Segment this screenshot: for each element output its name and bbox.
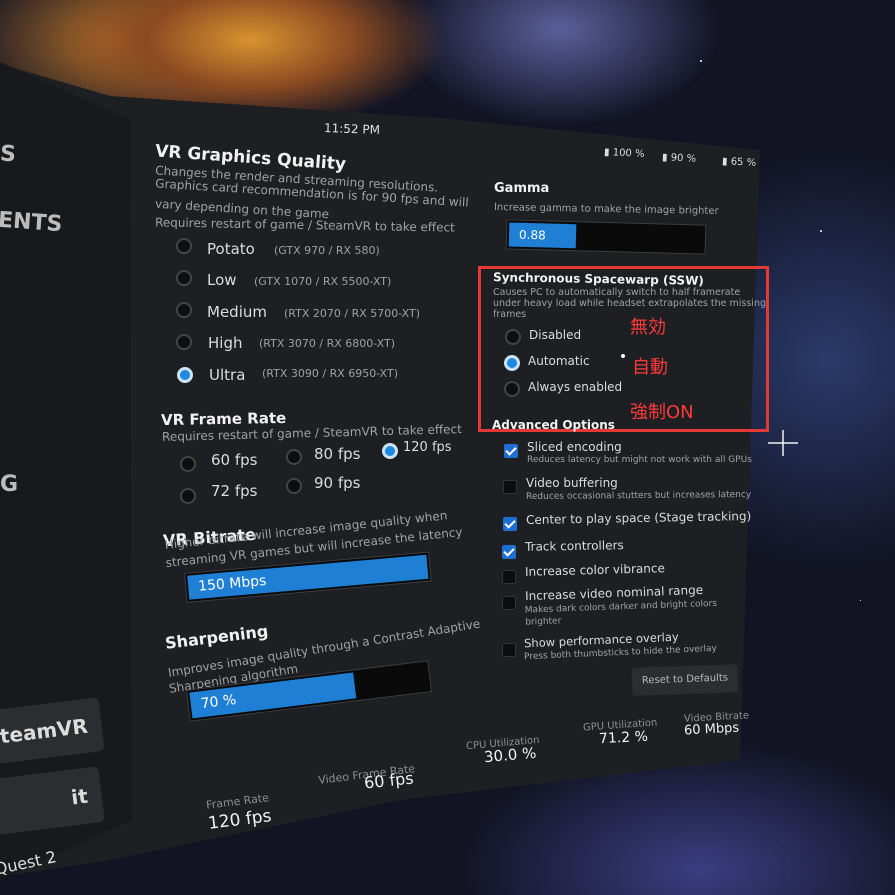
- stat-gpu-value: 71.2 %: [598, 728, 649, 748]
- video-buffering-desc: Reduces occasional stutters but increase…: [525, 490, 752, 502]
- battery-left-controller: ▮ 90 %: [662, 152, 697, 165]
- fps-80-label: 80 fps: [314, 445, 361, 463]
- checkbox-color-vibrance[interactable]: [502, 570, 516, 584]
- reset-defaults-button[interactable]: Reset to Defaults: [631, 664, 739, 696]
- radio-120fps[interactable]: [382, 443, 398, 459]
- radio-72fps[interactable]: [180, 488, 196, 504]
- cursor-dot: [621, 354, 625, 358]
- radio-80fps[interactable]: [286, 449, 302, 465]
- clock: 11:52 PM: [323, 121, 381, 137]
- option-high-hint: (RTX 3070 / RX 6800-XT): [259, 337, 396, 350]
- option-potato-label: Potato: [207, 240, 255, 258]
- checkbox-performance-overlay[interactable]: [502, 643, 516, 657]
- option-medium-label: Medium: [207, 303, 267, 321]
- battery-right-value: 65 %: [730, 156, 757, 169]
- radio-ultra[interactable]: [177, 367, 193, 383]
- option-high-label: High: [208, 334, 243, 352]
- battery-icon: ▮: [603, 146, 610, 159]
- battery-headset: ▮ 100 %: [604, 147, 645, 160]
- gamma-slider[interactable]: 0.88: [505, 219, 707, 255]
- radio-high[interactable]: [176, 334, 192, 350]
- option-potato-hint: (GTX 970 / RX 580): [274, 244, 380, 257]
- ssw-highlight-box: [478, 266, 769, 432]
- fps-60-label: 60 fps: [211, 451, 258, 469]
- annotation-always: 強制ON: [630, 402, 694, 423]
- controller-icon: ▮: [661, 152, 668, 164]
- fps-120-label: 120 fps: [403, 440, 452, 455]
- fps-90-label: 90 fps: [314, 474, 361, 492]
- sliced-encoding-label: Sliced encoding: [527, 440, 622, 454]
- gamma-title: Gamma: [494, 181, 550, 196]
- sidebar-item-1[interactable]: S: [0, 141, 17, 167]
- sharpening-value: 70 %: [199, 692, 238, 713]
- option-low-label: Low: [207, 271, 237, 289]
- radio-60fps[interactable]: [180, 456, 196, 472]
- checkbox-video-buffering[interactable]: [503, 480, 517, 494]
- checkbox-center-play-space[interactable]: [503, 517, 517, 531]
- gamma-value: 0.88: [518, 227, 546, 243]
- checkbox-track-controllers[interactable]: [502, 545, 516, 559]
- annotation-disabled: 無効: [630, 317, 666, 338]
- battery-left-value: 90 %: [670, 152, 697, 165]
- annotation-automatic: 自動: [632, 357, 668, 378]
- battery-right-controller: ▮ 65 %: [722, 156, 757, 169]
- video-buffering-label: Video buffering: [526, 476, 618, 490]
- option-ultra-hint: (RTX 3090 / RX 6950-XT): [262, 367, 399, 380]
- fps-72-label: 72 fps: [211, 482, 258, 500]
- checkbox-sliced-encoding[interactable]: [504, 444, 518, 458]
- bitrate-value: 150 Mbps: [197, 572, 268, 595]
- track-controllers-label: Track controllers: [524, 538, 624, 554]
- radio-low[interactable]: [176, 270, 192, 286]
- controller-icon: ▮: [721, 156, 728, 168]
- battery-headset-value: 100 %: [612, 147, 645, 161]
- radio-potato[interactable]: [176, 238, 192, 254]
- settings-panel: S ENTS G SteamVR it Meta Quest 2 11:52 P…: [0, 0, 895, 895]
- option-ultra-label: Ultra: [209, 366, 246, 384]
- sidebar-item-3[interactable]: G: [0, 472, 18, 497]
- option-low-hint: (GTX 1070 / RX 5500-XT): [254, 275, 392, 288]
- radio-medium[interactable]: [176, 302, 192, 318]
- sidebar-item-2[interactable]: ENTS: [0, 208, 63, 237]
- radio-90fps[interactable]: [286, 478, 302, 494]
- frame-rate-title: VR Frame Rate: [160, 408, 287, 430]
- stat-bitrate-value: 60 Mbps: [683, 720, 740, 739]
- checkbox-nominal-range[interactable]: [502, 596, 516, 610]
- sliced-encoding-desc: Reduces latency but might not work with …: [527, 455, 752, 465]
- advanced-title: Advanced Options: [492, 418, 615, 432]
- option-medium-hint: (RTX 2070 / RX 5700-XT): [284, 307, 421, 320]
